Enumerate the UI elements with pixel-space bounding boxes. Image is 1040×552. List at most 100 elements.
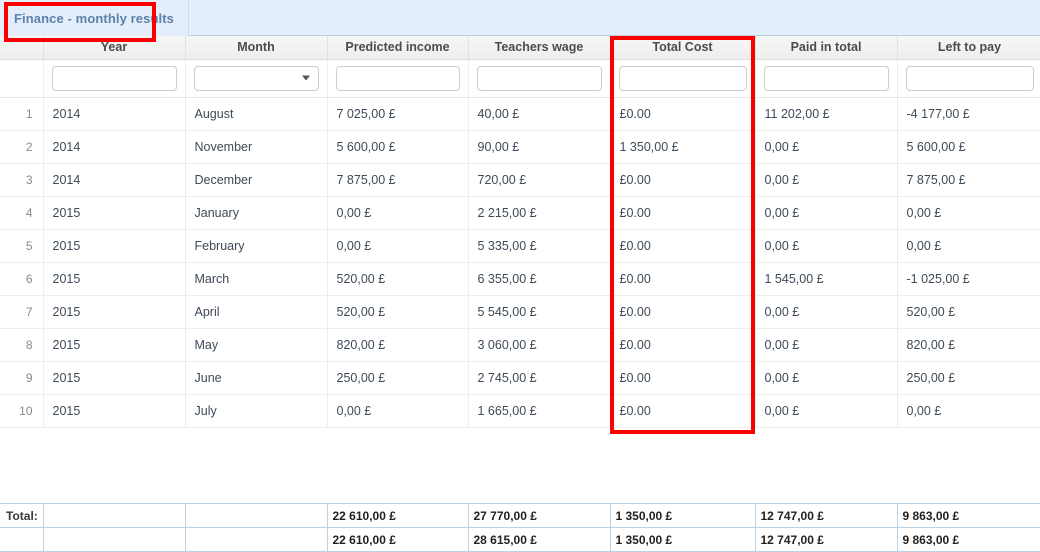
row-number-cell: 8	[0, 328, 44, 362]
table-row[interactable]: 4 2015 January 0,00 £2 215,00 £ £0.00 0,00 £0…	[0, 196, 1040, 230]
cell-month: April	[185, 295, 328, 329]
table-row[interactable]: 8 2015 May 820,00 £3 060,00 £ £0.00 0,00 £820…	[0, 328, 1040, 362]
cell-teachers-wage: 720,00 £	[468, 163, 611, 197]
cell-year: 2015	[43, 262, 186, 296]
cell-left-to-pay: 5 600,00 £	[897, 130, 1040, 164]
column-header-teachers-wage[interactable]: Teachers wage	[468, 36, 611, 60]
cell-paid-in-total: 0,00 £	[755, 196, 898, 230]
row-number-cell: 10	[0, 394, 44, 428]
cell-total-cost: £0.00	[610, 97, 756, 131]
cell-teachers-wage: 5 545,00 £	[468, 295, 611, 329]
cell-paid-in-total: 0,00 £	[755, 295, 898, 329]
cell-month: November	[185, 130, 328, 164]
totals-cell-predicted-income: 22 610,00 £	[327, 527, 469, 552]
cell-predicted-income: 5 600,00 £	[327, 130, 469, 164]
filter-cell-left-to-pay	[897, 59, 1040, 98]
cell-left-to-pay: 520,00 £	[897, 295, 1040, 329]
totals-cell-paid-in-total: 12 747,00 £	[755, 503, 898, 528]
totals-cell-teachers-wage: 27 770,00 £	[468, 503, 611, 528]
cell-month: February	[185, 229, 328, 263]
table-row[interactable]: 6 2015 March 520,00 £6 355,00 £ £0.00 1 545,0…	[0, 262, 1040, 296]
filter-input-year[interactable]	[51, 65, 177, 91]
cell-left-to-pay: -1 025,00 £	[897, 262, 1040, 296]
cell-predicted-income: 820,00 £	[327, 328, 469, 362]
totals-label-cell	[0, 527, 44, 552]
cell-paid-in-total: 0,00 £	[755, 328, 898, 362]
cell-predicted-income: 520,00 £	[327, 295, 469, 329]
table-row[interactable]: 7 2015 April 520,00 £5 545,00 £ £0.00 0,00 £5…	[0, 295, 1040, 329]
cell-left-to-pay: 250,00 £	[897, 361, 1040, 395]
cell-year: 2014	[43, 97, 186, 131]
totals-cell-year	[43, 527, 186, 552]
filter-select-month[interactable]	[193, 65, 319, 91]
filter-cell-predicted-income	[327, 59, 469, 98]
cell-left-to-pay: 0,00 £	[897, 394, 1040, 428]
finance-monthly-results-screen: Finance - monthly results Year Month Pre…	[0, 0, 1040, 552]
table-row[interactable]: 10 2015 July 0,00 £1 665,00 £ £0.00 0,00 £0,0…	[0, 394, 1040, 428]
totals-body: Total: 22 610,00 £27 770,00 £1 350,00 £12…	[0, 503, 1040, 552]
cell-total-cost: £0.00	[610, 328, 756, 362]
column-header-paid-in-total[interactable]: Paid in total	[755, 36, 898, 60]
cell-year: 2014	[43, 130, 186, 164]
row-number-cell: 4	[0, 196, 44, 230]
cell-predicted-income: 250,00 £	[327, 361, 469, 395]
filter-cell-month	[185, 59, 328, 98]
cell-left-to-pay: 0,00 £	[897, 196, 1040, 230]
cell-left-to-pay: -4 177,00 £	[897, 97, 1040, 131]
filter-cell-paid-in-total	[755, 59, 898, 98]
cell-total-cost: £0.00	[610, 361, 756, 395]
cell-month: March	[185, 262, 328, 296]
column-header-rownum[interactable]	[0, 36, 44, 60]
cell-year: 2015	[43, 394, 186, 428]
row-number-cell: 2	[0, 130, 44, 164]
cell-teachers-wage: 40,00 £	[468, 97, 611, 131]
finance-results-table: Year Month Predicted income Teachers wag…	[0, 36, 1040, 428]
filter-input-paid-in-total[interactable]	[763, 65, 889, 91]
cell-paid-in-total: 0,00 £	[755, 163, 898, 197]
cell-total-cost: £0.00	[610, 394, 756, 428]
totals-cell-month	[185, 527, 328, 552]
filter-cell-year	[43, 59, 186, 98]
cell-paid-in-total: 0,00 £	[755, 394, 898, 428]
filter-input-left-to-pay[interactable]	[905, 65, 1034, 91]
chevron-down-icon	[301, 75, 310, 81]
cell-month: July	[185, 394, 328, 428]
totals-cell-total-cost: 1 350,00 £	[610, 503, 756, 528]
table-row[interactable]: 1 2014 August 7 025,00 £40,00 £ £0.00 11 202,…	[0, 97, 1040, 131]
cell-total-cost: 1 350,00 £	[610, 130, 756, 164]
column-header-total-cost[interactable]: Total Cost	[610, 36, 756, 60]
cell-year: 2015	[43, 295, 186, 329]
cell-total-cost: £0.00	[610, 262, 756, 296]
cell-teachers-wage: 2 215,00 £	[468, 196, 611, 230]
totals-cell-year	[43, 503, 186, 528]
filter-input-teachers-wage[interactable]	[476, 65, 602, 91]
column-header-month[interactable]: Month	[185, 36, 328, 60]
totals-cell-left-to-pay: 9 863,00 £	[897, 527, 1040, 552]
column-header-predicted-income[interactable]: Predicted income	[327, 36, 469, 60]
totals-table: Total: 22 610,00 £27 770,00 £1 350,00 £12…	[0, 503, 1040, 552]
cell-predicted-income: 0,00 £	[327, 229, 469, 263]
column-header-left-to-pay[interactable]: Left to pay	[897, 36, 1040, 60]
cell-paid-in-total: 0,00 £	[755, 229, 898, 263]
cell-year: 2015	[43, 196, 186, 230]
column-header-year[interactable]: Year	[43, 36, 186, 60]
row-number-cell: 3	[0, 163, 44, 197]
filter-input-predicted-income[interactable]	[335, 65, 460, 91]
cell-left-to-pay: 820,00 £	[897, 328, 1040, 362]
cell-total-cost: £0.00	[610, 295, 756, 329]
filter-input-total-cost[interactable]	[618, 65, 747, 91]
cell-predicted-income: 0,00 £	[327, 196, 469, 230]
filter-cell-rownum	[0, 59, 44, 98]
table-row[interactable]: 2 2014 November 5 600,00 £90,00 £1 350,00 £…	[0, 130, 1040, 164]
tab-finance-monthly-results[interactable]: Finance - monthly results	[0, 0, 189, 36]
table-row[interactable]: 5 2015 February 0,00 £5 335,00 £ £0.00 0,00 £…	[0, 229, 1040, 263]
cell-paid-in-total: 1 545,00 £	[755, 262, 898, 296]
totals-row: 22 610,00 £28 615,00 £1 350,00 £12 747,0…	[0, 527, 1040, 552]
totals-cell-month	[185, 503, 328, 528]
filter-cell-teachers-wage	[468, 59, 611, 98]
row-number-cell: 5	[0, 229, 44, 263]
cell-predicted-income: 7 025,00 £	[327, 97, 469, 131]
table-row[interactable]: 3 2014 December 7 875,00 £720,00 £ £0.00 0,00…	[0, 163, 1040, 197]
table-row[interactable]: 9 2015 June 250,00 £2 745,00 £ £0.00 0,00 £25…	[0, 361, 1040, 395]
row-number-cell: 1	[0, 97, 44, 131]
